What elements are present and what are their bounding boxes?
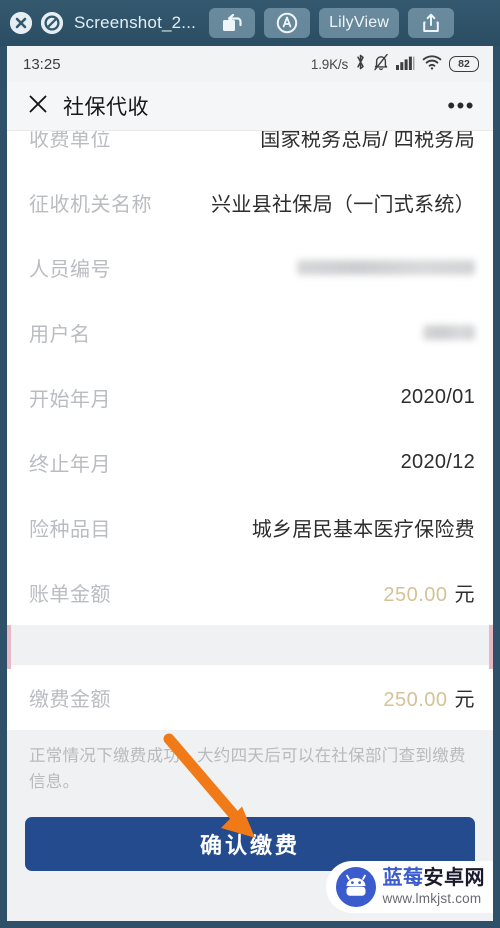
no-entry-icon[interactable] — [41, 12, 63, 34]
table-row: 开始年月 2020/01 — [29, 365, 475, 430]
payment-hint-text: 正常情况下缴费成功，大约四天后可以在社保部门查到缴费信息。 — [29, 747, 466, 791]
page-title: 社保代收 — [63, 96, 149, 119]
redacted-value — [423, 325, 475, 340]
table-row-payment-amount: 缴费金额 250.00 元 — [29, 665, 475, 730]
wifi-icon — [422, 54, 442, 74]
edge-strip-left — [7, 625, 11, 669]
edge-strip-right — [489, 625, 493, 669]
app-header: 社保代收 ••• — [7, 82, 493, 131]
close-circle-icon[interactable] — [10, 12, 32, 34]
window-titlebar: Screenshot_2... LilyView — [0, 0, 500, 46]
payment-amount-card: 缴费金额 250.00 元 — [7, 665, 493, 730]
image-viewer-window: Screenshot_2... LilyView 13:25 1.9K/s 82… — [0, 0, 500, 928]
form-scroll-area[interactable]: 收费单位 国家税务总局/ 四税务局 征收机关名称 兴业县社保局（一门式系统） 人… — [7, 131, 493, 921]
row-label: 险种品目 — [29, 519, 111, 541]
close-x-icon[interactable] — [27, 93, 49, 120]
row-label: 终止年月 — [29, 454, 111, 476]
row-label: 账单金额 — [29, 584, 111, 606]
redacted-value — [297, 260, 475, 275]
currency-unit: 元 — [454, 584, 475, 606]
row-value: 国家税务总局/ 四税务局 — [260, 131, 475, 151]
table-row-bill-amount: 账单金额 250.00 元 — [29, 560, 475, 625]
more-dots-icon[interactable]: ••• — [447, 95, 475, 117]
row-label: 人员编号 — [29, 259, 111, 281]
watermark-url: www.lmkjst.com — [382, 891, 482, 907]
table-row: 收费单位 国家税务总局/ 四税务局 — [29, 131, 475, 170]
row-value: 城乡居民基本医疗保险费 — [251, 519, 475, 541]
share-upload-icon[interactable] — [408, 8, 455, 38]
android-robot-icon — [335, 867, 376, 907]
row-label: 开始年月 — [29, 389, 111, 411]
watermark-brand-blue: 蓝莓 — [382, 867, 424, 890]
table-row: 终止年月 2020/12 — [29, 430, 475, 495]
bluetooth-icon — [355, 53, 366, 75]
window-title: Screenshot_2... — [74, 13, 197, 32]
bill-detail-card: 收费单位 国家税务总局/ 四税务局 征收机关名称 兴业县社保局（一门式系统） 人… — [7, 131, 493, 625]
row-label: 征收机关名称 — [29, 194, 152, 216]
currency-unit: 元 — [454, 689, 475, 711]
row-label: 收费单位 — [29, 131, 111, 151]
signal-bars-icon — [396, 54, 415, 74]
status-time: 13:25 — [23, 55, 61, 73]
table-row: 征收机关名称 兴业县社保局（一门式系统） — [29, 170, 475, 235]
table-row: 人员编号 — [29, 235, 475, 300]
row-value: 2020/12 — [400, 451, 475, 473]
phone-screenshot: 13:25 1.9K/s 82 社保代收 ••• 收费单位 国家税务总局/ 四税… — [7, 46, 493, 921]
section-divider — [7, 625, 493, 669]
bell-muted-icon — [373, 53, 389, 75]
adjust-circle-a-icon[interactable] — [264, 8, 311, 38]
table-row: 险种品目 城乡居民基本医疗保险费 — [29, 495, 475, 560]
bill-amount-value: 250.00 元 — [383, 584, 475, 606]
table-row: 用户名 — [29, 300, 475, 365]
watermark-brand-dark: 安卓网 — [423, 867, 485, 890]
row-label: 用户名 — [29, 324, 91, 346]
network-speed: 1.9K/s — [310, 56, 348, 72]
android-status-bar: 13:25 1.9K/s 82 — [7, 46, 493, 82]
row-value: 兴业县社保局（一门式系统） — [211, 194, 475, 216]
rotate-image-icon[interactable] — [209, 8, 256, 38]
site-watermark: 蓝莓安卓网 www.lmkjst.com — [325, 861, 493, 913]
row-value: 2020/01 — [400, 386, 475, 408]
payment-amount-value: 250.00 元 — [383, 689, 475, 711]
battery-indicator: 82 — [449, 56, 479, 72]
payment-label: 缴费金额 — [29, 689, 111, 711]
app-name-button[interactable]: LilyView — [319, 8, 400, 38]
